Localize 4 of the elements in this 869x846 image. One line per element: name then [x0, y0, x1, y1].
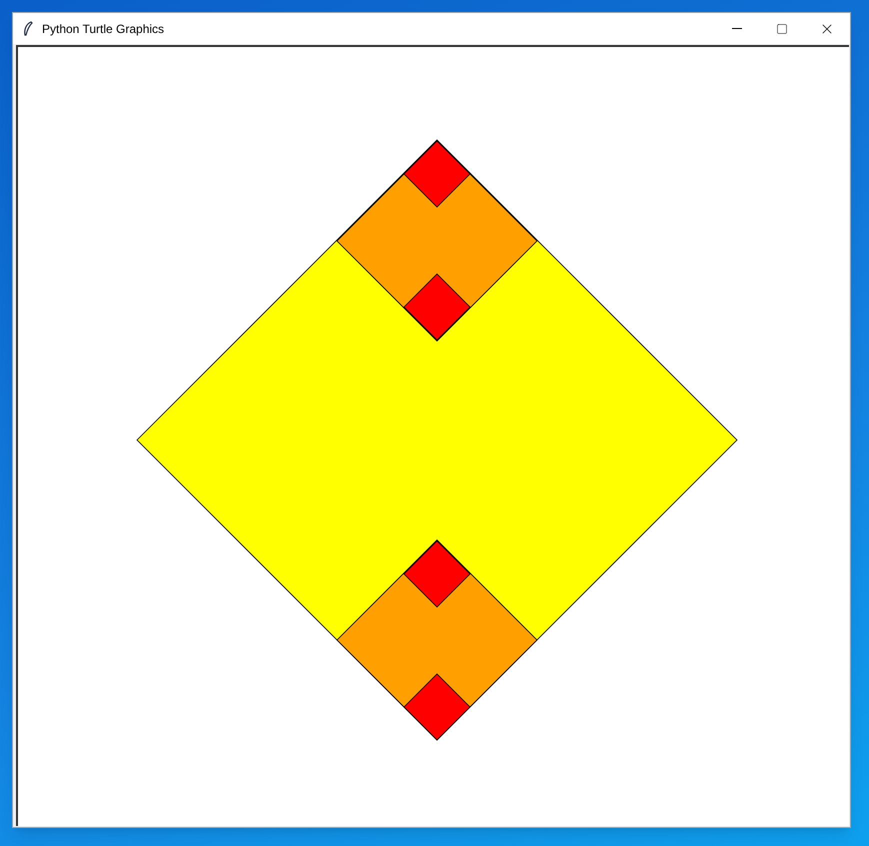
minimize-icon: [732, 28, 742, 29]
feather-icon: [23, 20, 33, 36]
window-title: Python Turtle Graphics: [42, 20, 164, 38]
maximize-icon: [776, 22, 788, 34]
